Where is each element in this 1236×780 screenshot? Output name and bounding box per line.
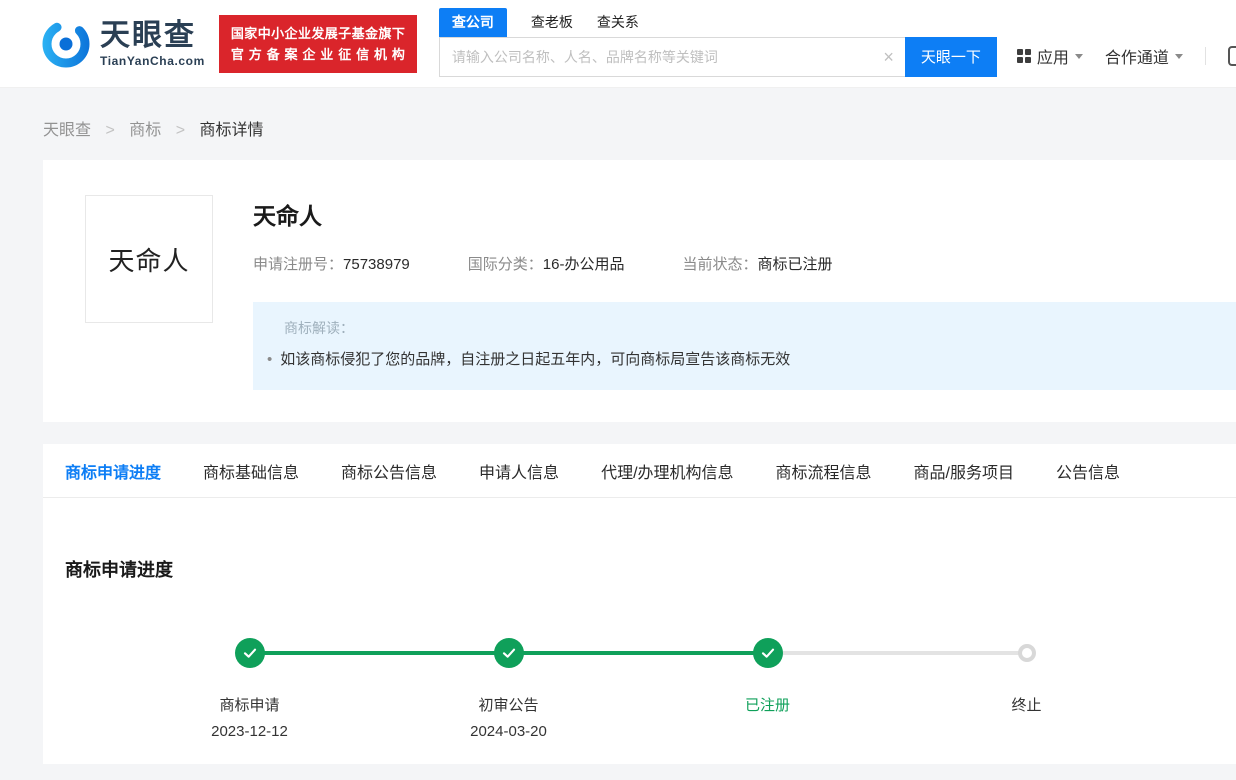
breadcrumb-home[interactable]: 天眼查	[43, 122, 91, 139]
apps-grid-icon	[1016, 48, 1031, 63]
tab-announcement-info[interactable]: 公告信息	[1056, 459, 1120, 483]
trademark-insight-panel: 商标解读： • 如该商标侵犯了您的品牌，自注册之日起五年内，可向商标局宣告该商标…	[253, 302, 1236, 390]
nav-clipped-item[interactable]	[1227, 45, 1236, 66]
field-label: 当前状态：	[682, 256, 758, 273]
step-pending-icon	[1017, 644, 1036, 662]
search-tab-relation[interactable]: 查关系	[597, 12, 639, 37]
trademark-summary-card: 天命人 天命人 申请注册号：75738979 国际分类：16-办公用品 当前状态…	[43, 160, 1236, 422]
progress-timeline: 商标申请 2023-12-12 初审公告 2024-03-20 已注册 终止	[120, 638, 1156, 740]
tab-basic-info[interactable]: 商标基础信息	[203, 459, 299, 483]
detail-tab-bar: 商标申请进度 商标基础信息 商标公告信息 申请人信息 代理/办理机构信息 商标流…	[43, 444, 1236, 498]
certification-badge: 国家中小企业发展子基金旗下 官方备案企业征信机构	[218, 14, 417, 73]
breadcrumb-separator: >	[105, 122, 115, 139]
trademark-image: 天命人	[85, 195, 213, 323]
detail-card: 商标申请进度 商标基础信息 商标公告信息 申请人信息 代理/办理机构信息 商标流…	[43, 444, 1236, 764]
trademark-fields: 申请注册号：75738979 国际分类：16-办公用品 当前状态：商标已注册	[253, 253, 1236, 274]
breadcrumb-current: 商标详情	[199, 122, 264, 139]
field-value: 75738979	[343, 256, 410, 273]
nav-partner-channel[interactable]: 合作通道	[1105, 44, 1183, 68]
logo-text: 天眼查 TianYanCha.com	[100, 19, 205, 68]
search-tab-company[interactable]: 查公司	[438, 7, 507, 37]
tab-application-progress[interactable]: 商标申请进度	[65, 459, 161, 483]
step-done-icon	[752, 638, 783, 668]
step-date: 2024-03-20	[470, 723, 547, 740]
step-label: 终止	[1011, 697, 1042, 714]
clear-icon[interactable]: ×	[883, 48, 894, 66]
trademark-name: 天命人	[253, 203, 322, 229]
tianyancha-logo-icon	[42, 20, 90, 67]
step-label: 初审公告	[478, 697, 539, 714]
header-nav: 应用 合作通道	[1016, 44, 1236, 68]
field-label: 申请注册号：	[253, 256, 344, 273]
tab-process-info[interactable]: 商标流程信息	[776, 459, 872, 483]
field-label: 国际分类：	[467, 256, 543, 273]
nav-apps[interactable]: 应用	[1016, 44, 1083, 68]
search-input-wrap: ×	[438, 36, 905, 77]
application-progress-section: 商标申请进度 商标申请 2023-12-12 初审公告 2024-03-20 已…	[43, 498, 1236, 764]
breadcrumb: 天眼查 > 商标 > 商标详情	[0, 88, 1236, 160]
field-value: 商标已注册	[757, 256, 833, 273]
tianyancha-logo[interactable]: 天眼查 TianYanCha.com	[40, 18, 205, 70]
chevron-down-icon	[1174, 54, 1183, 59]
tab-agency-info[interactable]: 代理/办理机构信息	[601, 459, 733, 483]
field-value: 16-办公用品	[542, 256, 625, 273]
nav-partner-label: 合作通道	[1104, 49, 1169, 67]
progress-section-title: 商标申请进度	[65, 560, 173, 580]
breadcrumb-trademark[interactable]: 商标	[129, 122, 161, 139]
badge-line-1: 国家中小企业发展子基金旗下	[230, 25, 405, 41]
field-international-class: 国际分类：16-办公用品	[468, 253, 625, 274]
search-block: 查公司 查老板 查关系 × 天眼一下	[438, 7, 997, 77]
insight-item: • 如该商标侵犯了您的品牌，自注册之日起五年内，可向商标局宣告该商标无效	[265, 349, 1216, 370]
insight-text: 如该商标侵犯了您的品牌，自注册之日起五年内，可向商标局宣告该商标无效	[280, 351, 791, 368]
clipped-nav-icon	[1227, 45, 1236, 66]
step-done-icon	[234, 638, 265, 668]
search-input[interactable]	[439, 37, 905, 76]
header: 天眼查 TianYanCha.com 国家中小企业发展子基金旗下 官方备案企业征…	[0, 0, 1236, 88]
nav-apps-label: 应用	[1036, 49, 1069, 67]
search-row: × 天眼一下	[438, 36, 997, 77]
search-tab-boss[interactable]: 查老板	[531, 12, 573, 37]
nav-divider	[1204, 46, 1206, 65]
breadcrumb-separator: >	[175, 122, 186, 139]
brand-domain: TianYanCha.com	[100, 54, 205, 68]
field-current-status: 当前状态：商标已注册	[682, 253, 832, 274]
progress-step: 终止	[767, 638, 1156, 740]
search-tabs: 查公司 查老板 查关系	[438, 7, 997, 37]
badge-line-2: 官方备案企业征信机构	[230, 46, 405, 62]
step-label: 已注册	[744, 697, 790, 714]
step-done-icon	[493, 638, 524, 668]
tab-gazette-info[interactable]: 商标公告信息	[341, 459, 437, 483]
step-label: 商标申请	[219, 697, 280, 714]
field-registration-number: 申请注册号：75738979	[253, 253, 410, 274]
insight-title: 商标解读：	[284, 320, 354, 336]
bullet-icon: •	[267, 351, 273, 368]
trademark-main: 天命人 申请注册号：75738979 国际分类：16-办公用品 当前状态：商标已…	[253, 195, 1236, 390]
brand-name: 天眼查	[100, 19, 196, 52]
search-button[interactable]: 天眼一下	[904, 36, 997, 77]
tab-goods-services[interactable]: 商品/服务项目	[914, 459, 1014, 483]
chevron-down-icon	[1074, 54, 1083, 59]
tab-applicant-info[interactable]: 申请人信息	[479, 459, 559, 483]
step-date: 2023-12-12	[211, 723, 288, 740]
